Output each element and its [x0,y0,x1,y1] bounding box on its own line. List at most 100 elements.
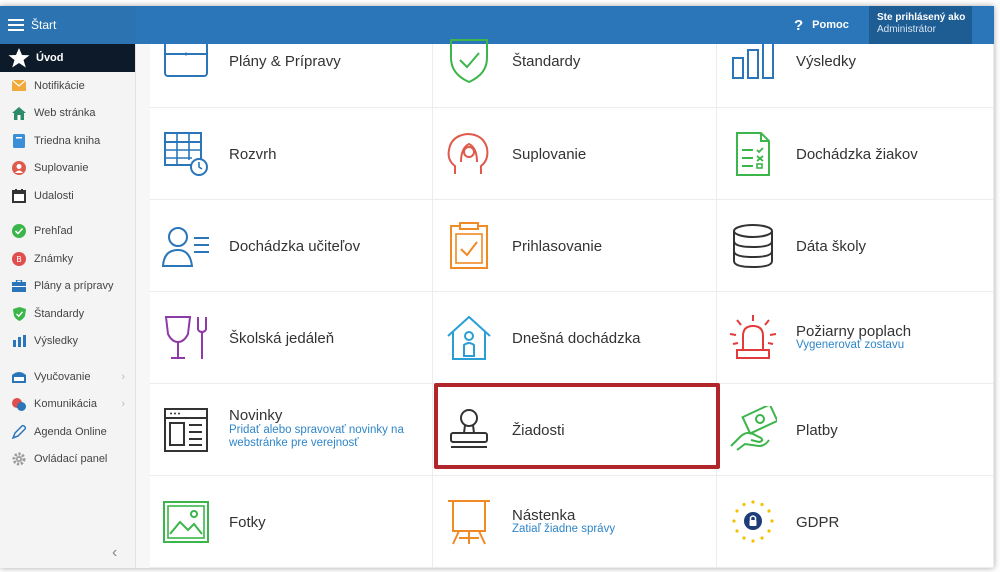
sidebar-item-label: Web stránka [34,107,96,120]
tile-suplovanie[interactable]: Suplovanie [433,108,717,200]
sidebar-item-komunikacia[interactable]: Komunikácia › [0,391,135,419]
no-messages-link[interactable]: Zatiaľ žiadne správy [512,523,615,536]
generate-report-link[interactable]: Vygenerovať zostavu [796,339,904,352]
top-bar: Štart ? Pomoc Ste prihlásený ako Adminis… [0,6,994,44]
house-person-icon [447,315,491,360]
tile-title: Suplovanie [512,146,587,163]
sidebar-item-web-stranka[interactable]: Web stránka [0,100,135,128]
photo-icon [163,501,209,543]
timetable-icon [164,132,208,176]
tile-title: Nástenka [512,507,576,524]
sidebar-item-label: Ovládací panel [34,453,108,466]
sidebar-item-label: Komunikácia [34,398,97,411]
tile-title: GDPR [796,514,840,531]
shield-icon [450,39,488,84]
tile-title: Novinky [229,407,283,424]
board-icon [12,370,26,384]
chevron-right-icon: › [121,398,125,411]
tile-dochadzka-ziakov[interactable]: Dochádzka žiakov [717,108,994,200]
sidebar-item-triedna-kniha[interactable]: Triedna kniha [0,127,135,155]
tile-title: Fotky [229,514,266,531]
tile-gdpr[interactable]: GDPR [717,476,994,568]
sidebar: Úvod Notifikácie Web stránka Triedna kni… [0,44,136,568]
chevron-right-icon: › [121,370,125,383]
bar-chart-icon [732,39,774,79]
sidebar-item-ovladaci-panel[interactable]: Ovládací panel [0,446,135,474]
tile-title: Platby [796,422,838,439]
tile-title: Žiadosti [512,422,565,439]
tile-title: Prihlasovanie [512,238,603,255]
sidebar-item-agenda-online[interactable]: Agenda Online [0,418,135,446]
sidebar-item-label: Udalosti [34,189,74,202]
briefcase-icon [164,41,208,77]
hamburger-icon [8,19,24,31]
tile-data-skoly[interactable]: Dáta školy [717,200,994,292]
tile-rozvrh[interactable]: Rozvrh [150,108,433,200]
gdpr-lock-icon [732,500,774,543]
start-menu-button[interactable]: Štart [0,6,136,44]
substitute-person-icon [447,132,489,174]
tile-title: Dochádzka učiteľov [229,238,361,255]
tile-title: Dochádzka žiakov [796,146,918,163]
sidebar-item-label: Vyučovanie [34,370,91,383]
sidebar-item-suplovanie[interactable]: Suplovanie [0,155,135,183]
app-window: Štart ? Pomoc Ste prihlásený ako Adminis… [0,6,994,568]
tile-vysledky[interactable]: Výsledky [717,39,994,108]
person-icon [12,161,26,176]
tile-title: Dáta školy [796,238,867,255]
tile-standardy[interactable]: Štandardy [433,39,717,108]
user-status-label: Ste prihlásený ako [877,12,966,23]
sidebar-item-znamky[interactable]: B Známky [0,245,135,273]
tile-dnesna-dochadzka[interactable]: Dnešná dochádzka [433,292,717,384]
tile-title: Výsledky [796,53,857,70]
tile-prihlasovanie[interactable]: Prihlasovanie [433,200,717,292]
sidebar-item-label: Plány a prípravy [34,280,114,293]
home-icon [12,106,26,120]
tile-fotky[interactable]: Fotky [150,476,433,568]
sidebar-item-udalosti[interactable]: Udalosti [0,182,135,210]
sidebar-item-label: Notifikácie [34,79,85,92]
svg-text:B: B [16,255,22,264]
tile-novinky[interactable]: Novinky Pridať alebo spravovať novinky n… [150,384,433,476]
sidebar-item-prehlad[interactable]: Prehľad [0,218,135,246]
tile-dochadzka-ucitelov[interactable]: Dochádzka učiteľov [150,200,433,292]
tile-nastenka[interactable]: Nástenka Zatiaľ žiadne správy [433,476,717,568]
money-hand-icon [730,406,777,451]
user-menu[interactable]: Ste prihlásený ako Administrátor [869,6,972,44]
manage-news-link[interactable]: Pridať alebo spravovať novinky na webstr… [229,424,425,450]
tile-platby[interactable]: Platby [717,384,994,476]
glass-fork-icon [164,316,207,359]
sidebar-item-label: Známky [34,252,74,265]
book-icon [12,133,26,148]
tile-poziarny-poplach[interactable]: Požiarny poplach Vygenerovať zostavu [717,292,994,384]
sidebar-item-notifikacie[interactable]: Notifikácie [0,72,135,100]
help-button[interactable]: ? Pomoc [794,6,849,44]
tile-skolska-jedalen[interactable]: Školská jedáleň [150,292,433,384]
question-icon: ? [794,16,804,34]
tile-title: Štandardy [512,53,581,70]
sidebar-item-standardy[interactable]: Štandardy [0,300,135,328]
sidebar-item-plany-a-pripravy[interactable]: Plány a prípravy [0,273,135,301]
sidebar-item-label: Štandardy [34,307,85,320]
sidebar-item-vysledky[interactable]: Výsledky [0,328,135,356]
sidebar-item-vyucovanie[interactable]: Vyučovanie › [0,363,135,391]
grade-icon: B [12,251,26,266]
help-label: Pomoc [812,19,849,31]
teacher-attendance-icon [162,227,209,267]
tile-title: Požiarny poplach [796,323,912,340]
tile-title: Plány & Prípravy [229,53,341,70]
collapse-sidebar-chevron-icon[interactable]: ‹ [112,544,117,562]
user-role: Administrátor [877,24,936,35]
cog-icon [12,452,26,466]
tile-title: Školská jedáleň [229,330,335,347]
sidebar-item-uvod[interactable]: Úvod [0,44,135,72]
sidebar-item-label: Výsledky [34,335,79,348]
sidebar-item-label: Prehľad [34,225,73,238]
tile-ziadosti[interactable]: Žiadosti [433,384,717,476]
newspaper-icon [164,408,208,452]
tile-plany-pripravy[interactable]: Plány & Prípravy [150,41,433,108]
stamp-icon [450,409,488,448]
tile-title: Dnešná dochádzka [512,330,641,347]
calendar-icon [12,188,26,203]
attendance-sheet-icon [736,132,770,176]
